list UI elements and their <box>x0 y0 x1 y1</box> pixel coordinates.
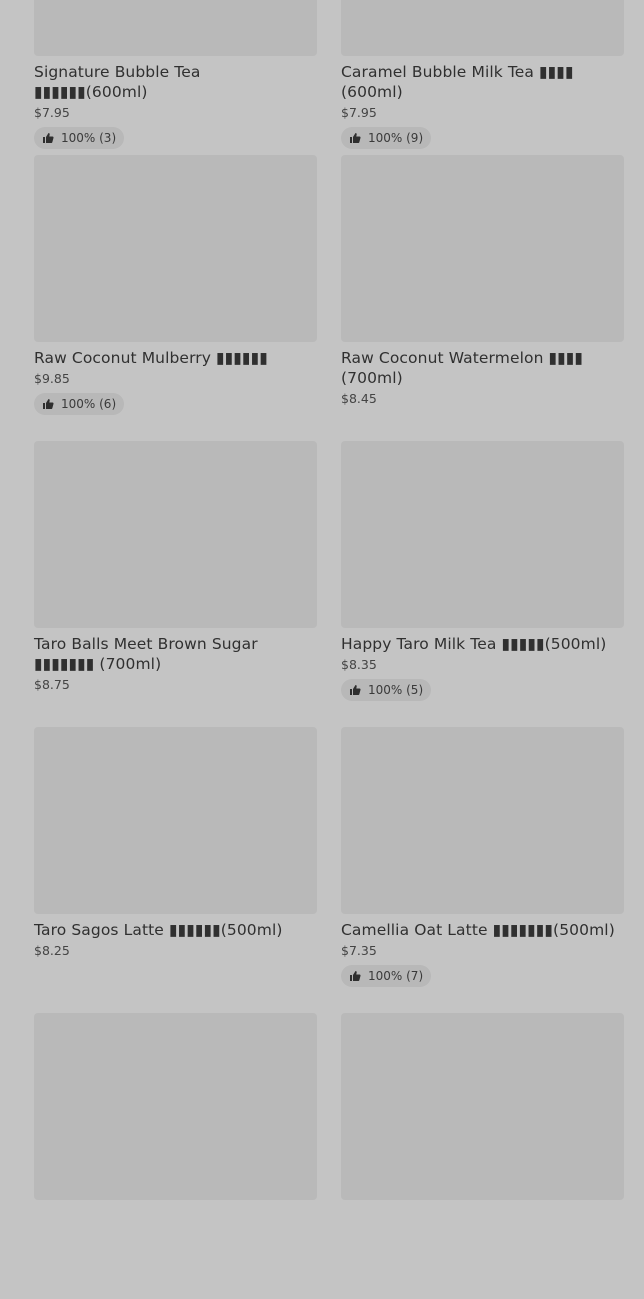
item-image[interactable] <box>341 441 624 628</box>
item-price: $7.35 <box>341 943 377 958</box>
item-image[interactable] <box>34 0 317 56</box>
menu-item-card[interactable]: Camellia Oat Latte ▮▮▮▮▮▮▮(500ml) $7.35 … <box>341 727 624 1013</box>
item-image[interactable] <box>34 1013 317 1200</box>
item-name: Taro Balls Meet Brown Sugar ▮▮▮▮▮▮▮ (700… <box>34 635 258 673</box>
menu-item-card[interactable]: Raw Coconut Mulberry ▮▮▮▮▮▮ $9.85 100% (… <box>34 155 317 441</box>
rating-badge: 100% (7) <box>341 965 432 987</box>
item-price: $7.95 <box>341 105 377 120</box>
item-image[interactable] <box>341 0 624 56</box>
thumbs-up-icon <box>350 133 361 143</box>
rating-text: 100% (7) <box>368 969 424 983</box>
rating-badge: 100% (9) <box>341 127 432 149</box>
thumbs-up-icon <box>43 133 54 143</box>
menu-item-card[interactable]: Caramel Bubble Milk Tea ▮▮▮▮ (600ml) $7.… <box>341 0 624 155</box>
item-name: Taro Sagos Latte ▮▮▮▮▮▮(500ml) <box>34 921 283 939</box>
menu-item-card[interactable] <box>341 1013 624 1299</box>
item-price: $7.95 <box>34 105 70 120</box>
item-name: Signature Bubble Tea ▮▮▮▮▮▮(600ml) <box>34 63 201 101</box>
item-price: $8.75 <box>34 677 70 692</box>
item-price: $9.85 <box>34 371 70 386</box>
item-image[interactable] <box>341 155 624 342</box>
item-name: Happy Taro Milk Tea ▮▮▮▮▮(500ml) <box>341 635 607 653</box>
rating-text: 100% (5) <box>368 683 424 697</box>
item-name: Raw Coconut Mulberry ▮▮▮▮▮▮ <box>34 349 268 367</box>
rating-badge: 100% (5) <box>341 679 432 701</box>
rating-badge: 100% (3) <box>34 127 125 149</box>
item-name: Caramel Bubble Milk Tea ▮▮▮▮ (600ml) <box>341 63 574 101</box>
item-name: Camellia Oat Latte ▮▮▮▮▮▮▮(500ml) <box>341 921 615 939</box>
menu-item-card[interactable]: Taro Balls Meet Brown Sugar ▮▮▮▮▮▮▮ (700… <box>34 441 317 727</box>
menu-item-card[interactable]: Signature Bubble Tea ▮▮▮▮▮▮(600ml) $7.95… <box>34 0 317 155</box>
thumbs-up-icon <box>43 399 54 409</box>
menu-item-card[interactable]: Happy Taro Milk Tea ▮▮▮▮▮(500ml) $8.35 1… <box>341 441 624 727</box>
item-image[interactable] <box>34 727 317 914</box>
menu-item-card[interactable]: Raw Coconut Watermelon ▮▮▮▮ (700ml) $8.4… <box>341 155 624 441</box>
thumbs-up-icon <box>350 685 361 695</box>
item-name: Raw Coconut Watermelon ▮▮▮▮ (700ml) <box>341 349 584 387</box>
item-price: $8.25 <box>34 943 70 958</box>
rating-text: 100% (6) <box>61 397 117 411</box>
rating-badge: 100% (6) <box>34 393 125 415</box>
item-price: $8.35 <box>341 657 377 672</box>
item-image[interactable] <box>34 441 317 628</box>
rating-text: 100% (9) <box>368 131 424 145</box>
menu-item-card[interactable]: Taro Sagos Latte ▮▮▮▮▮▮(500ml) $8.25 <box>34 727 317 1013</box>
item-image[interactable] <box>341 1013 624 1200</box>
menu-item-grid: Signature Bubble Tea ▮▮▮▮▮▮(600ml) $7.95… <box>34 0 624 1299</box>
item-image[interactable] <box>34 155 317 342</box>
item-image[interactable] <box>341 727 624 914</box>
rating-text: 100% (3) <box>61 131 117 145</box>
menu-item-card[interactable] <box>34 1013 317 1299</box>
thumbs-up-icon <box>350 971 361 981</box>
item-price: $8.45 <box>341 391 377 406</box>
